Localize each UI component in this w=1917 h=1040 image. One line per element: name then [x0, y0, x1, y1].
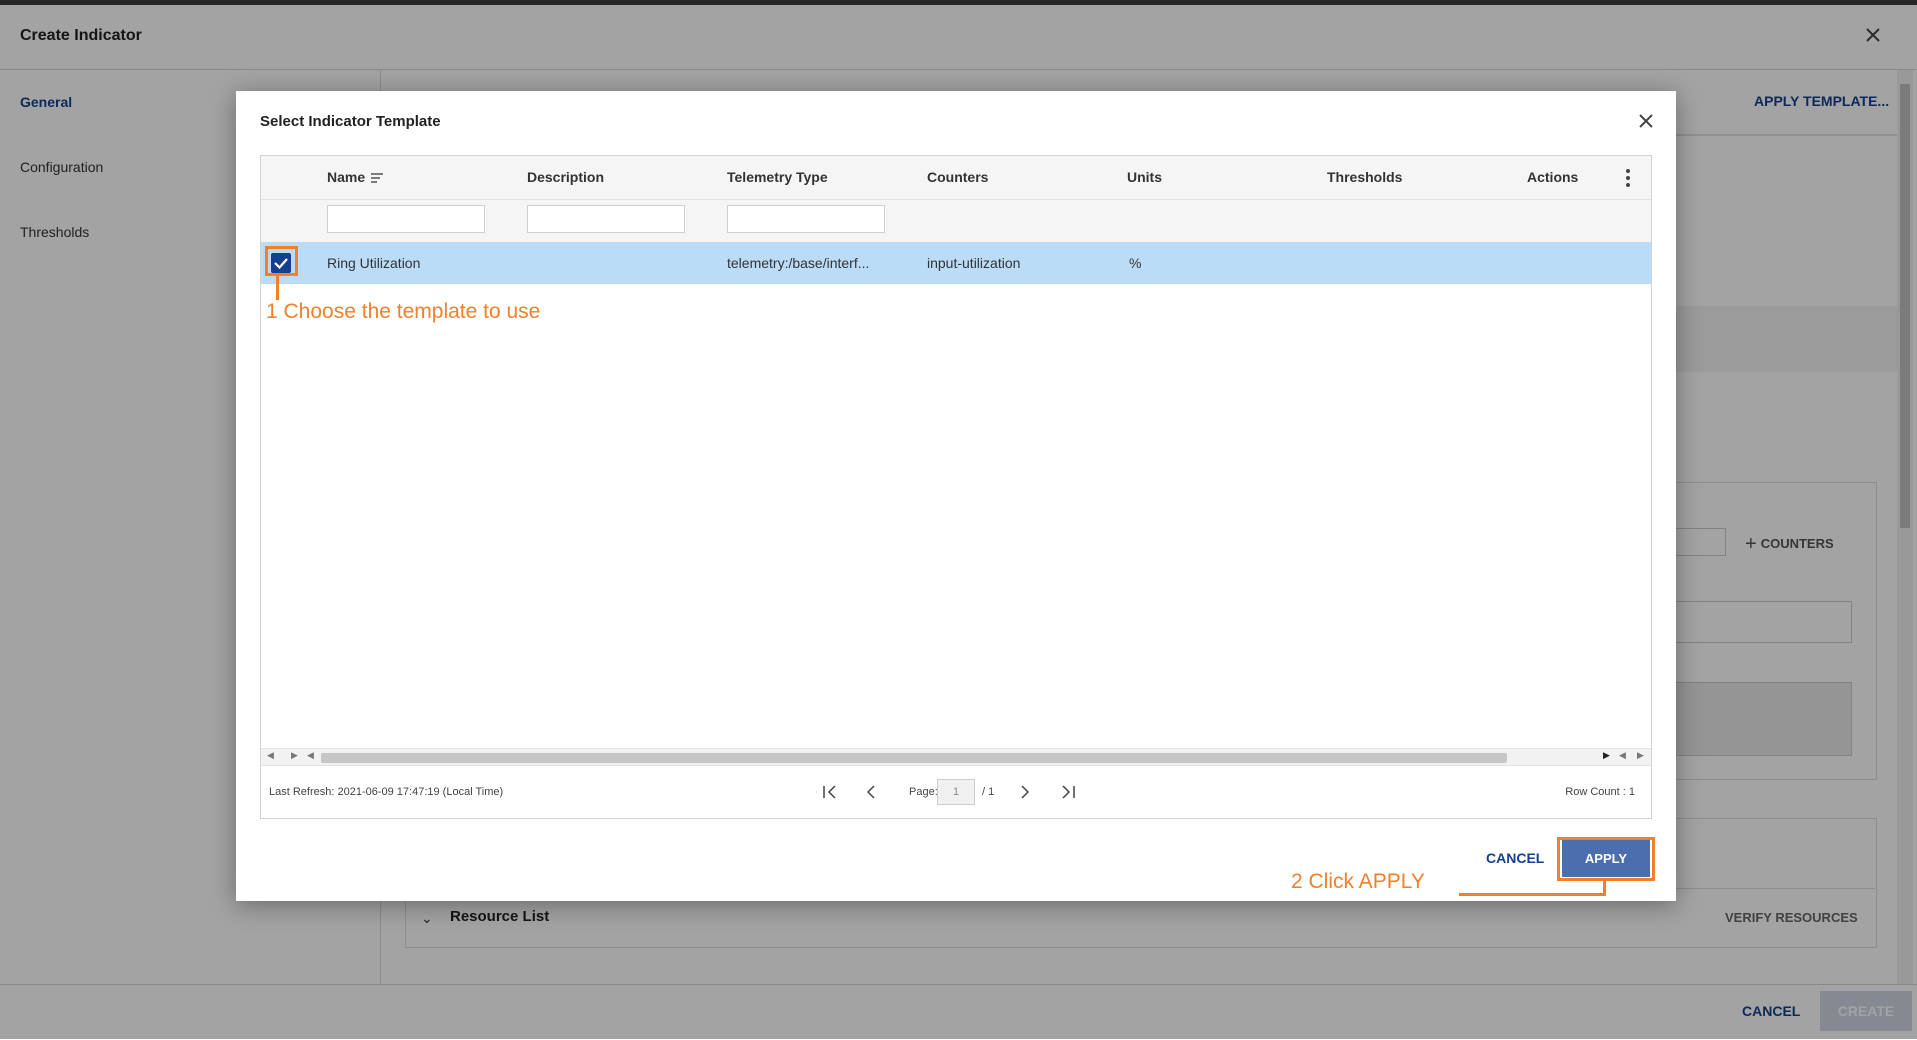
column-header-units[interactable]: Units: [1127, 169, 1162, 185]
filter-telemetry-type-input[interactable]: [727, 205, 885, 233]
first-page-icon[interactable]: [817, 779, 841, 805]
column-header-actions: Actions: [1527, 169, 1579, 185]
column-header-description[interactable]: Description: [527, 169, 604, 185]
cell-counters: input-utilization: [927, 255, 1021, 271]
scrollbar-thumb[interactable]: [321, 753, 1507, 763]
sort-icon[interactable]: [371, 173, 384, 184]
annotation-line: [1459, 893, 1606, 896]
annotation-line: [276, 276, 279, 300]
column-header-telemetry-type[interactable]: Telemetry Type: [727, 169, 828, 185]
filter-name-input[interactable]: [327, 205, 485, 233]
filter-description-input[interactable]: [527, 205, 685, 233]
dialog-title: Select Indicator Template: [260, 113, 441, 130]
column-header-name[interactable]: Name: [327, 169, 384, 185]
column-header-label: Name: [327, 169, 366, 185]
scroll-right-icon[interactable]: ▶: [1637, 750, 1644, 761]
page-label: Page:: [909, 786, 938, 798]
scroll-right-icon[interactable]: ▶: [1603, 750, 1610, 761]
apply-highlight: [1557, 837, 1655, 881]
scroll-left-icon[interactable]: ◀: [307, 750, 314, 761]
cell-units: %: [1129, 255, 1142, 271]
scroll-right-icon[interactable]: ▶: [291, 750, 298, 761]
scroll-left-icon[interactable]: ◀: [267, 750, 274, 761]
annotation-step1: 1 Choose the template to use: [266, 300, 541, 323]
last-page-icon[interactable]: [1057, 779, 1081, 805]
horizontal-scrollbar[interactable]: ◀ ▶ ◀ ▶ ◀ ▶: [261, 748, 1651, 765]
checkbox-highlight: [265, 246, 298, 276]
more-vert-icon[interactable]: [1625, 168, 1631, 188]
previous-page-icon[interactable]: [859, 779, 883, 805]
close-icon[interactable]: [1634, 109, 1658, 133]
row-count: Row Count : 1: [1565, 786, 1635, 798]
filter-row: [261, 200, 1651, 242]
last-refresh-text: Last Refresh: 2021-06-09 17:47:19 (Local…: [269, 786, 504, 798]
template-table: Name Description Telemetry Type Counters…: [260, 155, 1652, 819]
select-template-dialog: Select Indicator Template Name Descripti…: [236, 91, 1676, 901]
column-header-thresholds[interactable]: Thresholds: [1327, 169, 1402, 185]
annotation-step2: 2 Click APPLY: [1291, 870, 1425, 893]
scroll-left-icon[interactable]: ◀: [1619, 750, 1626, 761]
cell-name: Ring Utilization: [327, 255, 421, 271]
page-total: / 1: [982, 786, 995, 798]
table-footer: Last Refresh: 2021-06-09 17:47:19 (Local…: [261, 765, 1651, 818]
cell-telemetry-type: telemetry:/base/interf...: [727, 255, 870, 271]
next-page-icon[interactable]: [1013, 779, 1037, 805]
cancel-button[interactable]: CANCEL: [1486, 850, 1544, 866]
table-row[interactable]: Ring Utilization telemetry:/base/interf.…: [261, 242, 1651, 284]
table-header: Name Description Telemetry Type Counters…: [261, 156, 1651, 200]
page-number-input[interactable]: 1: [937, 779, 975, 805]
column-header-counters[interactable]: Counters: [927, 169, 988, 185]
